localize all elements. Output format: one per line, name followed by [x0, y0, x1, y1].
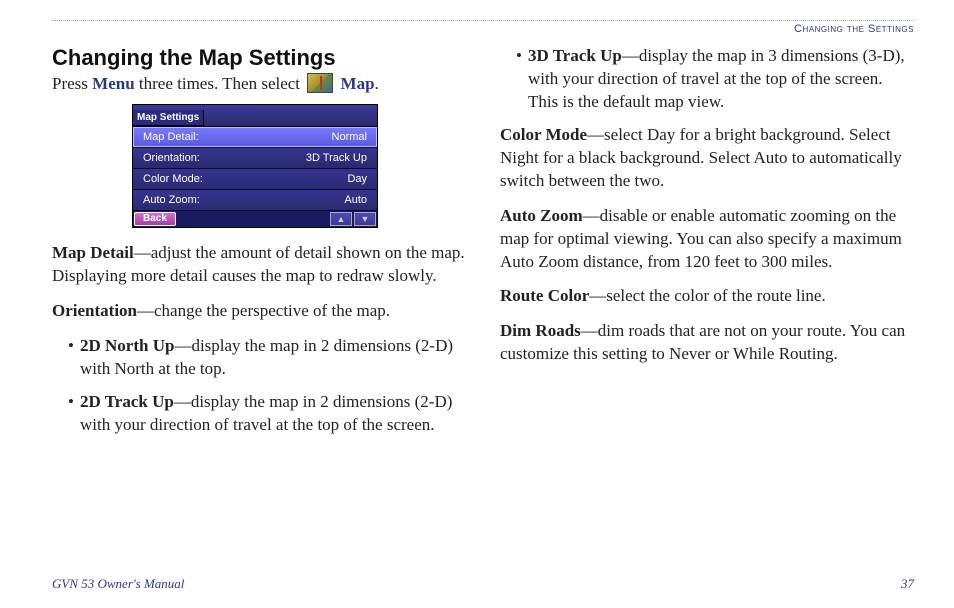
footer-left: GVN 53 Owner's Manual: [52, 576, 184, 592]
down-arrow-button[interactable]: ▼: [354, 212, 376, 226]
orientation-sub-2: 2D Track Up—display the map in 2 dimensi…: [72, 391, 466, 437]
color-mode-para: Color Mode—select Day for a bright backg…: [500, 124, 914, 193]
intro-suffix: .: [375, 74, 379, 93]
screenshot-footer: Back ▲ ▼: [133, 211, 377, 227]
screenshot-row: Orientation: 3D Track Up: [133, 148, 377, 169]
row-label: Orientation:: [143, 152, 200, 164]
term: Dim Roads: [500, 321, 581, 340]
screenshot-row: Auto Zoom: Auto: [133, 190, 377, 211]
screenshot-row: Map Detail: Normal: [133, 127, 377, 148]
orientation-sub-3: 3D Track Up—display the map in 3 dimensi…: [520, 45, 914, 114]
term: Auto Zoom: [500, 206, 583, 225]
back-button[interactable]: Back: [134, 212, 176, 226]
left-column: Changing the Map Settings Press Menu thr…: [52, 45, 466, 447]
row-value: Day: [347, 173, 367, 185]
map-settings-screenshot: Map Settings Map Detail: Normal Orientat…: [132, 104, 378, 228]
definition: —change the perspective of the map.: [137, 301, 390, 320]
screenshot-row: Color Mode: Day: [133, 169, 377, 190]
page-number: 37: [901, 576, 914, 592]
intro-prefix: Press: [52, 74, 92, 93]
orientation-sub-1: 2D North Up—display the map in 2 dimensi…: [72, 335, 466, 381]
intro-mid: three times. Then select: [135, 74, 305, 93]
route-color-para: Route Color—select the color of the rout…: [500, 285, 914, 308]
page-footer: GVN 53 Owner's Manual 37: [52, 576, 914, 592]
map-icon: [307, 73, 333, 93]
term: Route Color: [500, 286, 589, 305]
intro-text: Press Menu three times. Then select Map.: [52, 73, 466, 96]
row-label: Auto Zoom:: [143, 194, 200, 206]
screenshot-title: Map Settings: [133, 110, 204, 126]
section-header: Changing the Settings: [52, 23, 914, 35]
term: Color Mode: [500, 125, 587, 144]
row-label: Color Mode:: [143, 173, 203, 185]
term: Orientation: [52, 301, 137, 320]
menu-word: Menu: [92, 74, 135, 93]
divider: [52, 20, 914, 21]
row-value: 3D Track Up: [306, 152, 367, 164]
up-arrow-button[interactable]: ▲: [330, 212, 352, 226]
map-word: Map: [341, 74, 375, 93]
page-title: Changing the Map Settings: [52, 45, 466, 71]
row-label: Map Detail:: [143, 131, 199, 143]
dim-roads-para: Dim Roads—dim roads that are not on your…: [500, 320, 914, 366]
definition: —select the color of the route line.: [589, 286, 826, 305]
right-column: 3D Track Up—display the map in 3 dimensi…: [500, 45, 914, 447]
orientation-para: Orientation—change the perspective of th…: [52, 300, 466, 323]
term: 2D Track Up: [80, 392, 174, 411]
term: 2D North Up: [80, 336, 174, 355]
row-value: Normal: [332, 131, 367, 143]
row-value: Auto: [344, 194, 367, 206]
term: 3D Track Up: [528, 46, 622, 65]
auto-zoom-para: Auto Zoom—disable or enable automatic zo…: [500, 205, 914, 274]
map-detail-para: Map Detail—adjust the amount of detail s…: [52, 242, 466, 288]
term: Map Detail: [52, 243, 134, 262]
